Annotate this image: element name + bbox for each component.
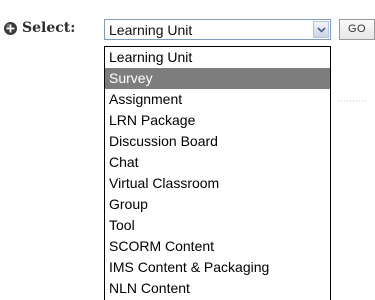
option-chat[interactable]: Chat — [105, 152, 330, 173]
option-nln-content[interactable]: NLN Content — [105, 278, 330, 299]
select-label: Select: — [22, 20, 76, 36]
select-label-group: Select: — [3, 20, 75, 36]
option-tool[interactable]: Tool — [105, 215, 330, 236]
option-assignment[interactable]: Assignment — [105, 89, 330, 110]
option-scorm-content[interactable]: SCORM Content — [105, 236, 330, 257]
go-button[interactable]: GO — [339, 19, 375, 40]
content-type-select[interactable]: Learning Unit — [104, 19, 331, 40]
option-lrn-package[interactable]: LRN Package — [105, 110, 330, 131]
select-current-value: Learning Unit — [109, 22, 193, 38]
add-content-panel: Select: Learning Unit GO Learning Unit S… — [0, 0, 375, 300]
plus-circle-icon — [4, 21, 17, 35]
background-dotted-line — [338, 100, 368, 102]
option-virtual-classroom[interactable]: Virtual Classroom — [105, 173, 330, 194]
option-discussion-board[interactable]: Discussion Board — [105, 131, 330, 152]
option-group[interactable]: Group — [105, 194, 330, 215]
content-type-dropdown-list: Learning Unit Survey Assignment LRN Pack… — [104, 46, 331, 300]
dropdown-arrow-button[interactable] — [313, 21, 329, 38]
option-ims-content-packaging[interactable]: IMS Content & Packaging — [105, 257, 330, 278]
option-learning-unit[interactable]: Learning Unit — [105, 47, 330, 68]
chevron-down-icon — [316, 26, 326, 33]
option-survey[interactable]: Survey — [105, 68, 330, 89]
